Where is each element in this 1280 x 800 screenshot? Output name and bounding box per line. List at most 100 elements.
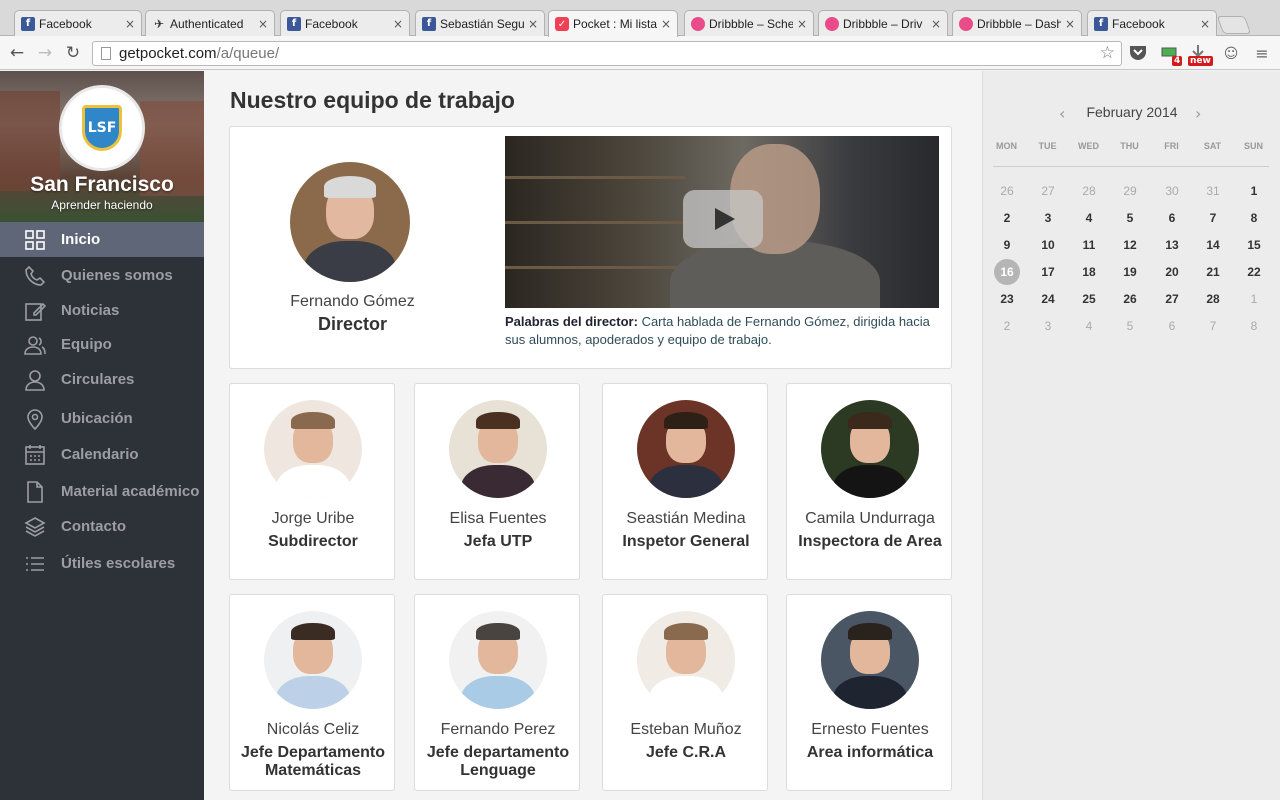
calendar-day[interactable]: 12 (1117, 232, 1143, 258)
calendar-day[interactable]: 26 (994, 178, 1020, 204)
calendar-day[interactable]: 2 (994, 313, 1020, 339)
calendar-day[interactable]: 20 (1159, 259, 1185, 285)
sidebar-item-calendar[interactable]: Calendario (0, 437, 204, 472)
calendar-day[interactable]: 9 (994, 232, 1020, 258)
sidebar-item-user[interactable]: Circulares (0, 362, 204, 397)
close-icon[interactable]: × (661, 17, 671, 31)
pocket-extension-icon[interactable] (1128, 44, 1148, 64)
calendar-day[interactable]: 26 (1117, 286, 1143, 312)
sidebar-item-document[interactable]: Material académico (0, 474, 204, 509)
team-member-card[interactable]: Elisa Fuentes Jefa UTP (414, 383, 580, 580)
calendar-day[interactable]: 27 (1159, 286, 1185, 312)
calendar-day[interactable]: 6 (1159, 313, 1185, 339)
team-member-card[interactable]: Fernando Perez Jefe departamento Lenguage (414, 594, 580, 791)
calendar-day[interactable]: 6 (1159, 205, 1185, 231)
forward-button[interactable]: → (34, 42, 56, 64)
sidebar-item-location-pin[interactable]: Ubicación (0, 401, 204, 436)
calendar-day[interactable]: 29 (1117, 178, 1143, 204)
calendar-day[interactable]: 15 (1241, 232, 1267, 258)
calendar-day[interactable]: 18 (1076, 259, 1102, 285)
browser-tab[interactable]: f Facebook × (1087, 10, 1217, 36)
calendar-day[interactable]: 19 (1117, 259, 1143, 285)
browser-tab[interactable]: ✓ Pocket : Mi lista × (548, 10, 678, 37)
owl-extension-icon[interactable]: ☺ (1221, 44, 1241, 64)
browser-tab[interactable]: Dribbble – Dash × (952, 10, 1082, 36)
calendar-day[interactable]: 8 (1241, 313, 1267, 339)
tab-label: Sebastián Segu (440, 16, 524, 31)
calendar-day[interactable]: 10 (1035, 232, 1061, 258)
calendar-day[interactable]: 14 (1200, 232, 1226, 258)
calendar-day[interactable]: 3 (1035, 205, 1061, 231)
users-icon (23, 334, 47, 356)
download-extension-icon[interactable]: new (1188, 44, 1213, 66)
team-member-card[interactable]: Jorge Uribe Subdirector (229, 383, 395, 580)
close-icon[interactable]: × (393, 17, 403, 31)
menu-icon[interactable]: ≡ (1252, 44, 1272, 64)
calendar-day[interactable]: 4 (1076, 205, 1102, 231)
team-member-card[interactable]: Seastián Medina Inspetor General (602, 383, 768, 580)
calendar-day[interactable]: 25 (1076, 286, 1102, 312)
close-icon[interactable]: × (528, 17, 538, 31)
browser-tab[interactable]: f Facebook × (14, 10, 142, 36)
browser-tab[interactable]: Dribbble – Sche × (684, 10, 814, 36)
calendar-day[interactable]: 5 (1117, 313, 1143, 339)
browser-tab[interactable]: f Sebastián Segu × (415, 10, 545, 36)
close-icon[interactable]: × (1065, 17, 1075, 31)
calendar-day[interactable]: 31 (1200, 178, 1226, 204)
calendar-day[interactable]: 2 (994, 205, 1020, 231)
calendar-day[interactable]: 4 (1076, 313, 1102, 339)
address-bar[interactable]: getpocket.com/a/queue/ ☆ (92, 41, 1122, 66)
member-name: Camila Undurraga (805, 510, 935, 527)
sidebar-item-list[interactable]: Útiles escolares (0, 546, 204, 581)
close-icon[interactable]: × (797, 17, 807, 31)
close-icon[interactable]: × (258, 17, 268, 31)
list-icon (23, 553, 47, 575)
browser-tab[interactable]: Dribbble – Driv × (818, 10, 948, 36)
member-avatar (637, 400, 735, 498)
sidebar-item-grid[interactable]: Inicio (0, 222, 204, 257)
battery-extension-icon[interactable]: 4 (1160, 44, 1183, 66)
calendar-day[interactable]: 22 (1241, 259, 1267, 285)
calendar-day[interactable]: 28 (1076, 178, 1102, 204)
member-avatar (449, 400, 547, 498)
calendar-day[interactable]: 1 (1241, 286, 1267, 312)
director-video[interactable] (505, 136, 939, 308)
new-tab-button[interactable] (1216, 16, 1252, 34)
team-member-card[interactable]: Ernesto Fuentes Area informática (786, 594, 952, 791)
play-button[interactable] (683, 190, 763, 248)
calendar-day[interactable]: 16 (994, 259, 1020, 285)
sidebar-item-layers[interactable]: Contacto (0, 509, 204, 544)
bookmark-star-icon[interactable]: ☆ (1100, 42, 1115, 65)
reload-button[interactable]: ↻ (62, 42, 84, 64)
back-button[interactable]: ← (6, 42, 28, 64)
team-member-card[interactable]: Nicolás Celiz Jefe Departamento Matemátic… (229, 594, 395, 791)
chevron-right-icon[interactable]: › (1195, 104, 1201, 123)
calendar-day[interactable]: 5 (1117, 205, 1143, 231)
sidebar-item-phone[interactable]: Quienes somos (0, 258, 204, 293)
browser-tab[interactable]: ✈ Authenticated × (145, 10, 275, 36)
calendar-day[interactable]: 17 (1035, 259, 1061, 285)
calendar-day[interactable]: 1 (1241, 178, 1267, 204)
browser-tab[interactable]: f Facebook × (280, 10, 410, 36)
calendar-day[interactable]: 23 (994, 286, 1020, 312)
calendar-day[interactable]: 21 (1200, 259, 1226, 285)
school-logo[interactable]: LSF (59, 85, 145, 171)
calendar-day[interactable]: 30 (1159, 178, 1185, 204)
calendar-day[interactable]: 27 (1035, 178, 1061, 204)
calendar-day[interactable]: 3 (1035, 313, 1061, 339)
calendar-day[interactable]: 7 (1200, 205, 1226, 231)
calendar-day[interactable]: 13 (1159, 232, 1185, 258)
sidebar-item-edit[interactable]: Noticias (0, 293, 204, 328)
calendar-day[interactable]: 11 (1076, 232, 1102, 258)
calendar-day[interactable]: 8 (1241, 205, 1267, 231)
sidebar-item-users[interactable]: Equipo (0, 327, 204, 362)
close-icon[interactable]: × (125, 17, 135, 31)
close-icon[interactable]: × (1200, 17, 1210, 31)
calendar-day[interactable]: 7 (1200, 313, 1226, 339)
close-icon[interactable]: × (931, 17, 941, 31)
calendar-day[interactable]: 28 (1200, 286, 1226, 312)
weekday-label: SUN (1243, 141, 1263, 151)
team-member-card[interactable]: Esteban Muñoz Jefe C.R.A (602, 594, 768, 791)
team-member-card[interactable]: Camila Undurraga Inspectora de Area (786, 383, 952, 580)
calendar-day[interactable]: 24 (1035, 286, 1061, 312)
